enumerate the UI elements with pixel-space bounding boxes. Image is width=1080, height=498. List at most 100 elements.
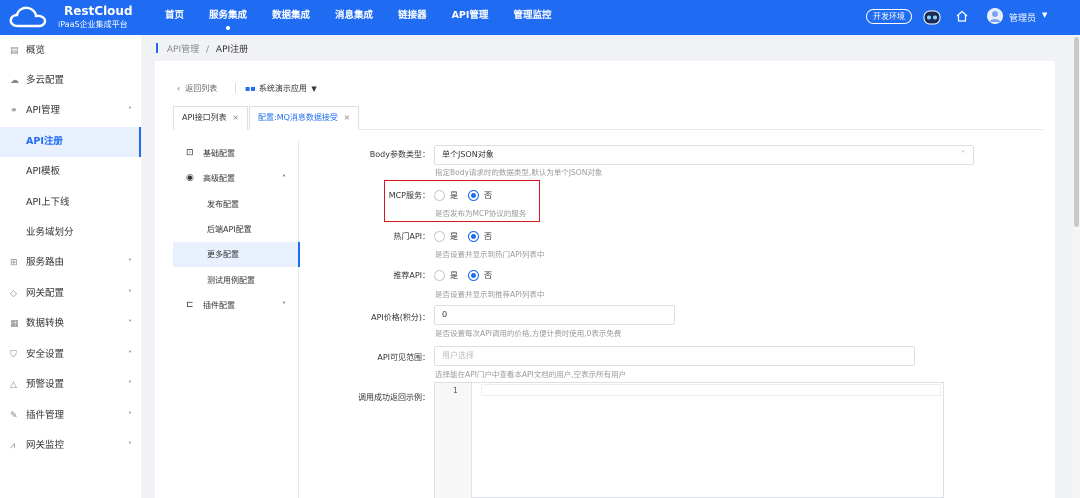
nav-data-integration[interactable]: 数据集成	[272, 0, 310, 35]
config-publish[interactable]: 发布配置	[173, 192, 299, 217]
scrollbar-thumb[interactable]	[1074, 37, 1079, 227]
breadcrumb-separator: /	[206, 45, 210, 55]
price-input[interactable]: 0	[434, 305, 675, 325]
sidebar-item-overview[interactable]: ▤ 概览	[0, 36, 141, 66]
advanced-config-icon: ◉	[186, 173, 194, 183]
recommend-no-radio[interactable]	[468, 270, 479, 281]
back-to-list-link[interactable]: ‹ 返回列表	[177, 83, 217, 94]
config-test-case[interactable]: 测试用例配置	[173, 268, 299, 293]
example-label: 调用成功返回示例：	[358, 393, 430, 402]
user-menu-caret-icon[interactable]: ▼	[1042, 11, 1047, 19]
recommend-api-radio-group: 是 否	[434, 270, 514, 284]
sidebar-item-label: 网关配置	[26, 288, 65, 299]
environment-badge[interactable]: 开发环境	[866, 9, 912, 24]
sidebar-item-label: 多云配置	[26, 75, 65, 86]
sidebar-item-security[interactable]: ⛉ 安全设置 ˅	[0, 340, 141, 370]
nav-monitoring[interactable]: 管理监控	[513, 0, 551, 35]
tab-config-mq[interactable]: 配置:MQ消息数据接受 ×	[249, 106, 360, 130]
hot-yes-label[interactable]: 是	[450, 231, 458, 242]
scope-hint: 选择能在API门户中查看本API文档的用户,空表示所有用户	[435, 370, 627, 379]
sidebar-item-plugin[interactable]: ✎ 插件管理 ˅	[0, 401, 141, 431]
config-menu: ⊡ 基础配置 ◉ 高级配置 ˄ 发布配置 后端API配置 更多配置 测试用例配置…	[173, 141, 300, 498]
breadcrumb-accent	[156, 43, 158, 53]
config-plugin[interactable]: ⊏ 插件配置 ˅	[173, 293, 299, 318]
cloud-icon: ☁	[10, 76, 19, 86]
hot-no-label[interactable]: 否	[484, 231, 492, 242]
hot-no-radio[interactable]	[468, 231, 479, 242]
config-advanced[interactable]: ◉ 高级配置 ˄	[173, 166, 299, 191]
sidebar-item-api-online[interactable]: API上下线	[0, 188, 141, 218]
active-code-line	[481, 384, 941, 396]
user-avatar[interactable]	[987, 8, 1003, 24]
hot-api-hint: 是否设置并显示到热门API列表中	[435, 250, 545, 259]
config-backend-api[interactable]: 后端API配置	[173, 217, 299, 242]
nav-service-integration[interactable]: 服务集成	[209, 0, 247, 35]
config-more[interactable]: 更多配置	[173, 242, 300, 267]
example-code-editor[interactable]: 1	[434, 382, 944, 498]
nav-connectors[interactable]: 链接器	[398, 0, 427, 35]
nav-message-integration[interactable]: 消息集成	[335, 0, 373, 35]
main-nav: 首页 服务集成 数据集成 消息集成 链接器 API管理 管理监控	[165, 0, 576, 35]
sidebar-item-label: 插件管理	[26, 410, 65, 421]
grid-icon: ▪▪	[245, 84, 256, 93]
sidebar-item-label: 安全设置	[26, 349, 65, 360]
line-gutter: 1	[435, 383, 472, 498]
sidebar-item-multicloud[interactable]: ☁ 多云配置	[0, 66, 141, 96]
sidebar-item-label: API模板	[26, 166, 61, 177]
robot-assistant-icon[interactable]	[922, 8, 942, 26]
warning-icon: △	[10, 380, 17, 390]
recommend-api-label: 推荐API：	[393, 271, 430, 280]
close-icon[interactable]: ×	[232, 113, 239, 122]
line-number: 1	[453, 386, 458, 395]
chevron-down-icon: ˅	[128, 441, 132, 450]
sidebar-item-label: API管理	[26, 105, 61, 116]
sidebar: ▤ 概览 ☁ 多云配置 ⚭ API管理 ˄ API注册 API模板 API上下线…	[0, 35, 141, 498]
nav-api-management[interactable]: API管理	[452, 0, 489, 35]
chevron-up-icon: ˄	[282, 174, 286, 183]
list-icon: ▦	[10, 319, 19, 329]
page-scrollbar[interactable]	[1073, 35, 1080, 498]
price-value: 0	[442, 310, 448, 319]
sidebar-item-gateway-monitor[interactable]: ⩘ 网关监控 ˅	[0, 431, 141, 461]
body-type-select[interactable]: 单个JSON对象 ˅	[434, 145, 974, 165]
top-bar: RestCloud iPaaS企业集成平台 首页 服务集成 数据集成 消息集成 …	[0, 0, 1080, 35]
sidebar-item-label: API上下线	[26, 197, 70, 208]
recommend-yes-label[interactable]: 是	[450, 270, 458, 281]
sidebar-item-alert[interactable]: △ 预警设置 ˅	[0, 370, 141, 400]
home-icon[interactable]	[955, 9, 969, 23]
basic-config-icon: ⊡	[186, 148, 194, 158]
chevron-down-icon: ˅	[128, 258, 132, 267]
tab-label: 配置:MQ消息数据接受	[258, 113, 338, 122]
breadcrumb-parent[interactable]: API管理	[167, 45, 199, 55]
edit-icon: ✎	[10, 411, 18, 421]
sidebar-item-service-routing[interactable]: ⊞ 服务路由 ˅	[0, 248, 141, 278]
sidebar-item-data-transform[interactable]: ▦ 数据转换 ˅	[0, 309, 141, 339]
sidebar-item-api-management[interactable]: ⚭ API管理 ˄	[0, 96, 141, 126]
toolbar-divider	[235, 83, 236, 93]
tab-api-list[interactable]: API接口列表 ×	[173, 106, 248, 130]
brand-title: RestCloud	[64, 4, 133, 18]
close-icon[interactable]: ×	[343, 113, 350, 122]
breadcrumb-current: API注册	[215, 45, 249, 55]
sidebar-item-api-register[interactable]: API注册	[0, 127, 141, 157]
config-item-label: 插件配置	[203, 301, 235, 310]
scope-select[interactable]: 用户选择	[434, 346, 915, 366]
config-basic[interactable]: ⊡ 基础配置	[173, 141, 299, 166]
chevron-down-icon: ˅	[128, 350, 132, 359]
nav-home[interactable]: 首页	[165, 0, 184, 35]
user-name[interactable]: 管理员	[1009, 11, 1036, 24]
app-selector[interactable]: ▪▪ 系统演示应用 ▼	[245, 83, 317, 94]
sidebar-item-label: 数据转换	[26, 318, 65, 329]
recommend-no-label[interactable]: 否	[484, 270, 492, 281]
sidebar-item-gateway-config[interactable]: ◇ 网关配置 ˅	[0, 279, 141, 309]
link-icon: ⚭	[10, 106, 18, 116]
sidebar-item-api-template[interactable]: API模板	[0, 157, 141, 187]
breadcrumb: API管理 / API注册	[156, 42, 248, 56]
sidebar-item-label: 网关监控	[26, 440, 65, 451]
recommend-yes-radio[interactable]	[434, 270, 445, 281]
brand-logo[interactable]: RestCloud iPaaS企业集成平台	[6, 3, 156, 32]
scope-label: API可见范围：	[377, 353, 430, 362]
shield-icon: ⛉	[10, 350, 17, 360]
sidebar-item-business-domain[interactable]: 业务域划分	[0, 218, 141, 248]
hot-yes-radio[interactable]	[434, 231, 445, 242]
